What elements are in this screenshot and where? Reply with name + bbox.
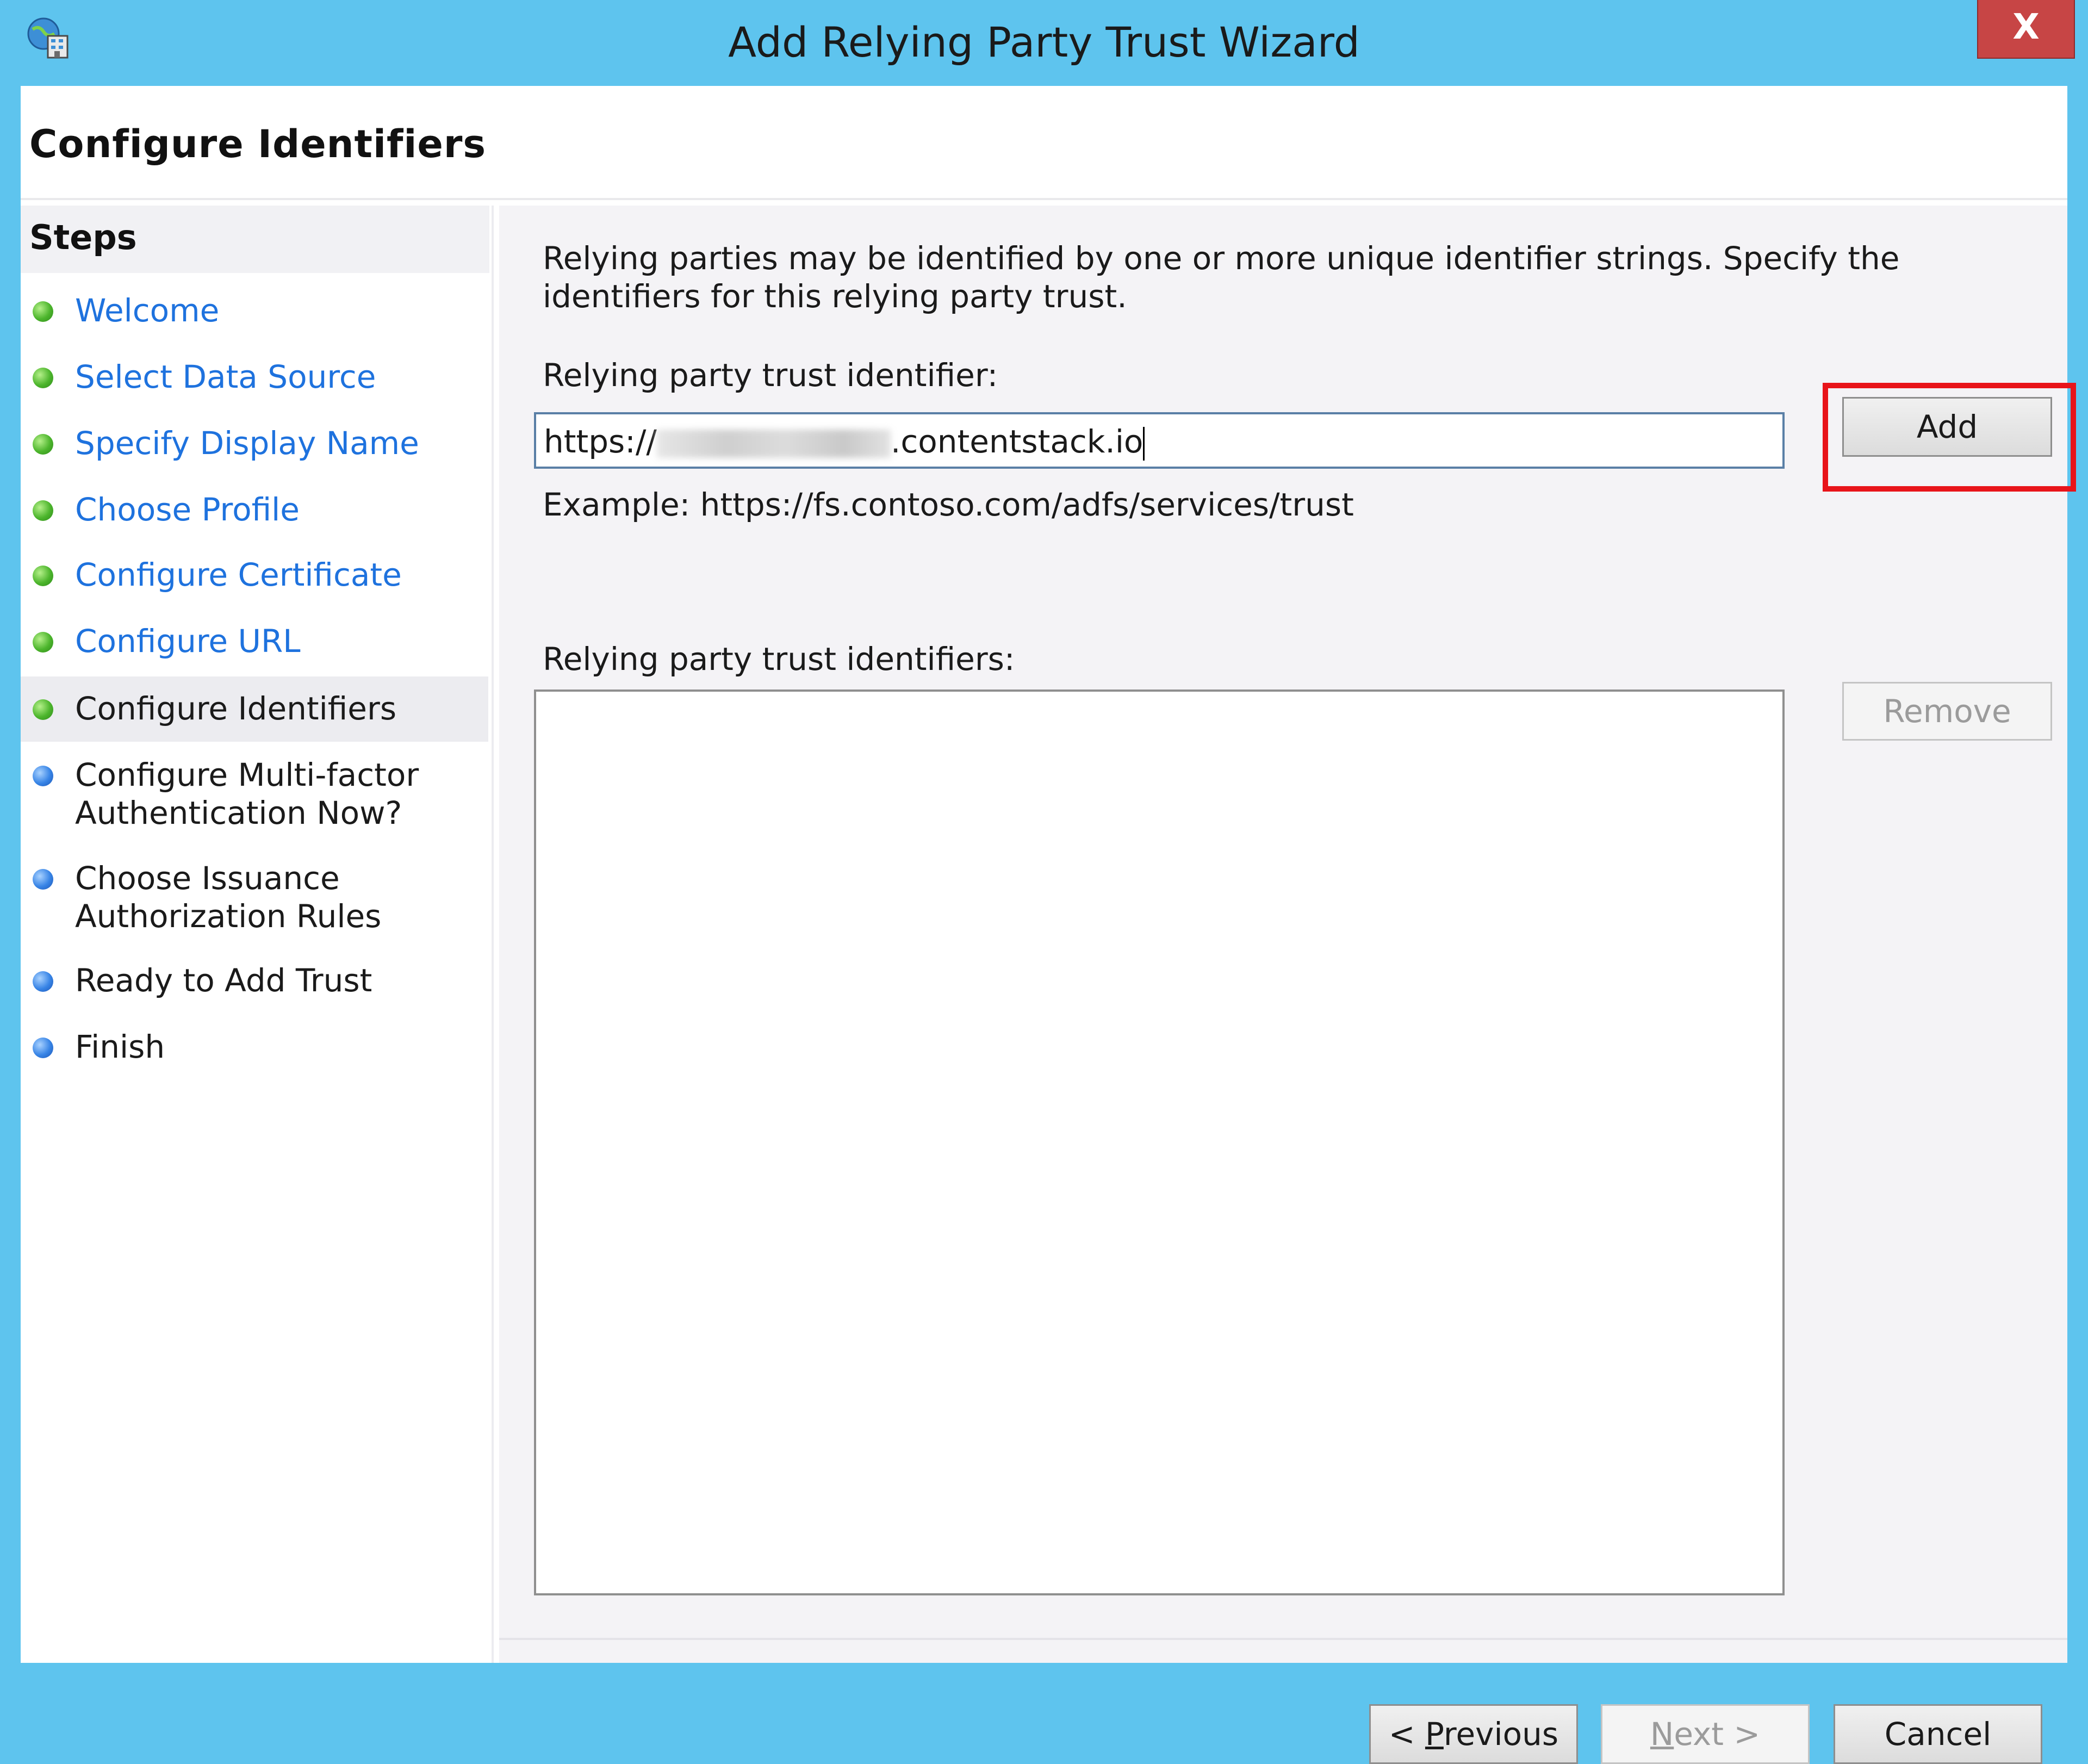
page-title: Configure Identifiers — [29, 122, 487, 166]
page-header: Configure Identifiers — [21, 86, 2067, 200]
step-complete-icon — [33, 632, 53, 653]
content-pane: Relying parties may be identified by one… — [499, 206, 2076, 1764]
step-label: Configure Certificate — [75, 556, 402, 593]
step-label: Configure Multi-factor Authentication No… — [75, 756, 419, 831]
step-complete-icon — [33, 368, 53, 388]
example-text: Example: https://fs.contoso.com/adfs/ser… — [543, 486, 1354, 523]
previous-button[interactable]: < Previous — [1369, 1704, 1578, 1764]
identifier-suffix: .contentstack.io — [890, 423, 1144, 460]
identifiers-list-label: Relying party trust identifiers: — [543, 641, 1015, 678]
steps-sidebar: Steps Welcome Select Data Source Specify… — [21, 206, 494, 1663]
step-complete-icon — [33, 301, 53, 322]
step-choose-issuance-authorization-rules: Choose Issuance Authorization Rules — [21, 852, 488, 939]
cancel-button[interactable]: Cancel — [1834, 1704, 2042, 1764]
step-complete-icon — [33, 434, 53, 455]
step-label: Choose Issuance Authorization Rules — [75, 860, 382, 935]
next-button[interactable]: Next > — [1601, 1704, 1810, 1764]
redacted-hostname — [656, 429, 891, 458]
step-label: Configure URL — [75, 623, 301, 660]
step-configure-certificate[interactable]: Configure Certificate — [21, 549, 488, 601]
footer-divider — [499, 1638, 2067, 1640]
wizard-window: Add Relying Party Trust Wizard X Configu… — [0, 0, 2088, 1764]
step-pending-icon — [33, 1038, 53, 1058]
step-select-data-source[interactable]: Select Data Source — [21, 351, 488, 403]
identifiers-list[interactable] — [534, 690, 1785, 1595]
description-text: Relying parties may be identified by one… — [543, 240, 1900, 315]
previous-prefix: < — [1388, 1716, 1425, 1753]
step-finish: Finish — [21, 1021, 488, 1073]
step-label: Finish — [75, 1028, 165, 1065]
step-pending-icon — [33, 971, 53, 992]
step-label: Select Data Source — [75, 358, 376, 395]
wizard-client-area: Configure Identifiers Steps Welcome Sele… — [21, 86, 2076, 1764]
remove-button[interactable]: Remove — [1842, 682, 2052, 741]
step-welcome[interactable]: Welcome — [21, 285, 488, 337]
previous-accelerator: P — [1425, 1716, 1444, 1753]
previous-rest: revious — [1443, 1716, 1559, 1753]
identifier-label: Relying party trust identifier: — [543, 357, 998, 394]
steps-heading: Steps — [29, 218, 137, 257]
step-label: Configure Identifiers — [75, 690, 397, 727]
step-configure-mfa: Configure Multi-factor Authentication No… — [21, 748, 488, 835]
step-complete-icon — [33, 699, 53, 720]
step-label: Welcome — [75, 292, 220, 329]
add-button[interactable]: Add — [1842, 397, 2052, 457]
step-complete-icon — [33, 500, 53, 521]
step-specify-display-name[interactable]: Specify Display Name — [21, 418, 488, 470]
identifier-value: https:// .contentstack.io — [544, 423, 1145, 461]
step-pending-icon — [33, 869, 53, 890]
next-accelerator: N — [1650, 1716, 1674, 1753]
step-complete-icon — [33, 566, 53, 586]
identifier-input[interactable]: https:// .contentstack.io — [534, 412, 1785, 469]
step-configure-url[interactable]: Configure URL — [21, 616, 488, 668]
identifier-prefix: https:// — [544, 423, 657, 460]
next-rest: ext > — [1674, 1716, 1761, 1753]
step-label: Ready to Add Trust — [75, 962, 372, 999]
step-label: Specify Display Name — [75, 425, 419, 462]
step-choose-profile[interactable]: Choose Profile — [21, 484, 488, 536]
close-button[interactable]: X — [1977, 0, 2075, 59]
step-label: Choose Profile — [75, 491, 300, 528]
step-ready-to-add-trust: Ready to Add Trust — [21, 955, 488, 1007]
steps-heading-bar: Steps — [21, 206, 489, 273]
title-bar[interactable]: Add Relying Party Trust Wizard X — [0, 0, 2088, 85]
step-configure-identifiers: Configure Identifiers — [21, 676, 488, 742]
text-caret — [1143, 426, 1145, 461]
step-pending-icon — [33, 766, 53, 786]
window-title: Add Relying Party Trust Wizard — [728, 18, 1360, 66]
